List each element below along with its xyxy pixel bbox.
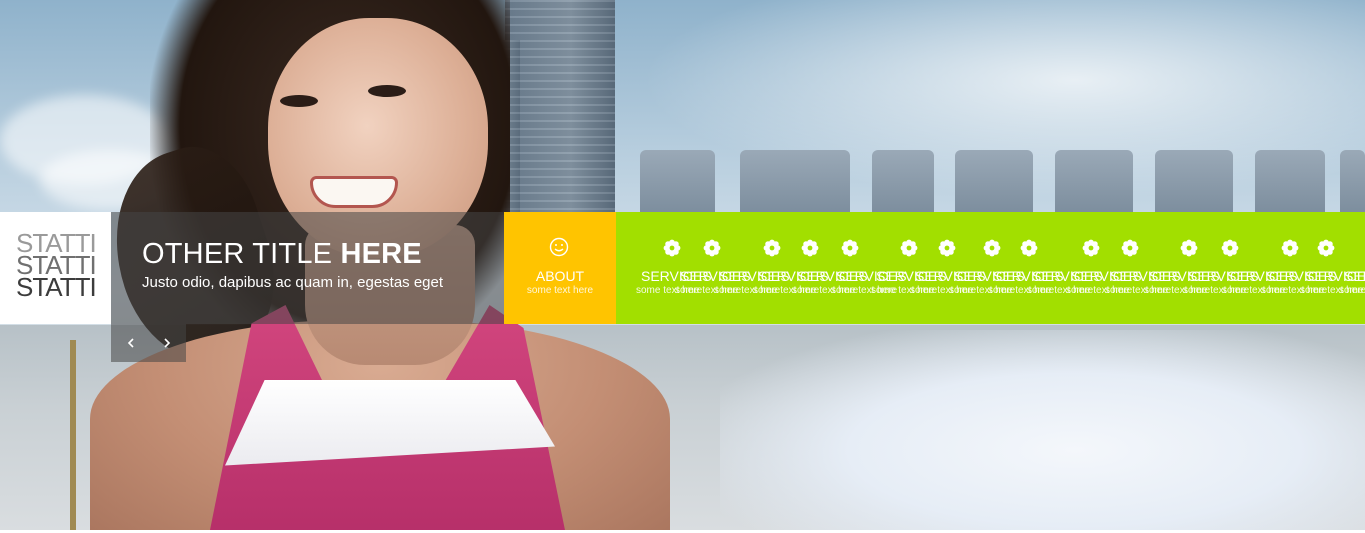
building — [1155, 150, 1233, 212]
building — [955, 150, 1033, 212]
smile — [310, 176, 398, 208]
about-subtext: some text here — [526, 285, 594, 296]
chevron-right-icon — [164, 338, 171, 348]
building — [740, 150, 850, 212]
slide-title: OTHER TITLE HERE — [142, 238, 422, 270]
service-item[interactable]: SERVICESsome text here — [1339, 212, 1365, 324]
chevron-left-icon — [127, 338, 134, 348]
logo-text-line: STATTI — [16, 272, 97, 302]
services-band: SERVICES some text here SERVICES some text … — [616, 212, 1365, 324]
snow-bank — [720, 330, 1365, 530]
eye — [368, 85, 406, 97]
smiley-icon — [549, 237, 569, 257]
pole — [70, 340, 76, 530]
building — [872, 150, 934, 212]
eye — [280, 95, 318, 107]
service-label: SERVICES — [1344, 268, 1365, 284]
building — [1340, 150, 1365, 212]
service-subtext: some text here — [1339, 285, 1365, 296]
building — [1255, 150, 1325, 212]
slide-subtitle: Justo odio, dapibus ac quam in, egestas … — [142, 274, 444, 291]
slider-nav — [111, 324, 186, 362]
slide-caption: OTHER TITLE HERE Justo odio, dapibus ac … — [111, 212, 504, 324]
logo[interactable]: STATTI STATTI STATTI — [0, 212, 111, 324]
prev-slide-button[interactable] — [121, 333, 141, 353]
about-label: ABOUT — [535, 268, 585, 284]
about-tile[interactable]: ABOUT some text here — [504, 212, 616, 324]
next-slide-button[interactable] — [157, 333, 177, 353]
building — [640, 150, 715, 212]
city-tower — [505, 0, 615, 215]
building — [1055, 150, 1133, 212]
